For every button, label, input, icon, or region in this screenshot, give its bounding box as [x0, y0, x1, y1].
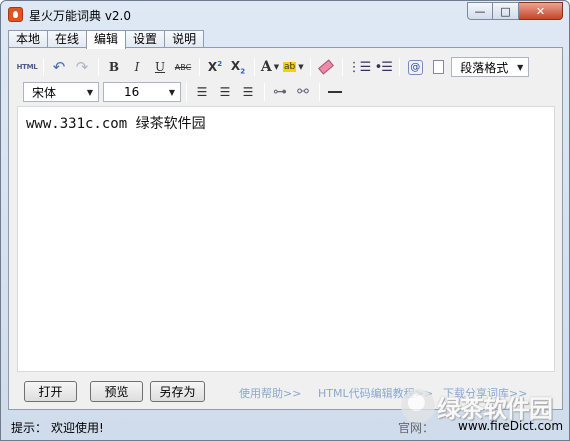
- ordered-list-icon: ⋮☰: [347, 59, 372, 75]
- subscript-button[interactable]: X2: [228, 57, 248, 77]
- unordered-list-button[interactable]: •☰: [373, 57, 393, 77]
- toolbar-separator: [186, 83, 187, 101]
- font-size-select[interactable]: 16 ▼: [103, 82, 181, 102]
- toolbar-separator: [399, 58, 401, 76]
- align-center-icon: ☰: [219, 85, 231, 99]
- align-left-button[interactable]: ☰: [192, 82, 212, 102]
- clear-format-button[interactable]: [316, 57, 336, 77]
- special-char-icon: @: [407, 59, 423, 75]
- minimize-icon: —: [474, 4, 486, 18]
- horizontal-rule-button[interactable]: [325, 82, 345, 102]
- underline-button[interactable]: U: [150, 57, 170, 77]
- chevron-down-icon: ▼: [298, 63, 304, 71]
- edit-panel: HTML ↶ ↷ B I U ABC X2 X2 A ▼ ab ▼ ⋮☰ •☰ …: [8, 47, 563, 410]
- rich-text-editor[interactable]: www.331c.com 绿茶软件园: [17, 106, 555, 372]
- toolbar-separator: [341, 58, 343, 76]
- app-flame-icon: [8, 7, 23, 22]
- toolbar-separator: [199, 58, 200, 76]
- font-family-value: 宋体: [32, 85, 57, 100]
- watermark: 绿茶软件园: [401, 386, 569, 426]
- open-button[interactable]: 打开: [24, 381, 77, 402]
- watermark-logo-icon: [401, 389, 435, 423]
- toolbar-separator: [254, 58, 255, 76]
- italic-button[interactable]: I: [127, 57, 147, 77]
- maximize-button[interactable]: □: [493, 2, 519, 20]
- highlight-icon: ab: [283, 62, 297, 72]
- special-char-button[interactable]: @: [405, 57, 425, 77]
- align-center-button[interactable]: ☰: [215, 82, 235, 102]
- status-label: 提示：: [11, 421, 48, 435]
- window-title: 星火万能词典 v2.0: [29, 9, 132, 23]
- font-color-icon: A: [260, 59, 272, 75]
- editor-content: www.331c.com 绿茶软件园: [26, 116, 206, 132]
- toolbar-row-1: HTML ↶ ↷ B I U ABC X2 X2 A ▼ ab ▼ ⋮☰ •☰ …: [17, 56, 530, 78]
- paragraph-format-value: 段落格式: [460, 60, 509, 75]
- minimize-button[interactable]: —: [467, 2, 493, 20]
- title-bar[interactable]: 星火万能词典 v2.0 — □ ✕: [1, 1, 569, 29]
- tab-online[interactable]: 在线: [47, 30, 88, 48]
- help-link[interactable]: 使用帮助>>: [239, 385, 301, 401]
- unordered-list-icon: •☰: [374, 59, 393, 75]
- strikethrough-button[interactable]: ABC: [173, 57, 193, 77]
- font-family-select[interactable]: 宋体 ▼: [23, 82, 99, 102]
- tab-about[interactable]: 说明: [164, 30, 205, 48]
- font-size-value: 16: [124, 85, 140, 99]
- new-page-button[interactable]: [428, 57, 448, 77]
- redo-icon: ↷: [75, 58, 89, 76]
- save-as-button[interactable]: 另存为: [150, 381, 205, 402]
- unlink-icon: ⚯: [297, 84, 309, 100]
- remove-link-button[interactable]: ⚯: [293, 82, 313, 102]
- align-left-icon: ☰: [196, 85, 208, 99]
- undo-button[interactable]: ↶: [49, 57, 69, 77]
- watermark-text: 绿茶软件园: [437, 394, 553, 423]
- toolbar-row-2: 宋体 ▼ 16 ▼ ☰ ☰ ☰ ⊶ ⚯: [17, 81, 348, 103]
- font-color-button[interactable]: A ▼: [260, 57, 280, 77]
- page-icon: [432, 60, 444, 74]
- app-window: 星火万能词典 v2.0 — □ ✕ 本地 在线 编辑 设置 说明 HTML ↶ …: [0, 0, 570, 441]
- align-right-button[interactable]: ☰: [238, 82, 258, 102]
- toolbar-separator: [264, 83, 265, 101]
- paragraph-format-select[interactable]: 段落格式 ▼: [451, 57, 530, 77]
- tab-settings[interactable]: 设置: [125, 30, 166, 48]
- close-button[interactable]: ✕: [519, 2, 563, 20]
- close-icon: ✕: [535, 4, 546, 18]
- link-icon: ⊶: [273, 84, 287, 100]
- tab-edit[interactable]: 编辑: [86, 30, 127, 49]
- align-right-icon: ☰: [242, 85, 254, 99]
- toolbar-separator: [98, 58, 99, 76]
- status-message: 欢迎使用!: [51, 421, 104, 435]
- toolbar-separator: [319, 83, 320, 101]
- preview-button[interactable]: 预览: [90, 381, 143, 402]
- chevron-down-icon: ▼: [86, 87, 93, 97]
- maximize-icon: □: [500, 4, 511, 18]
- eraser-icon: [317, 59, 334, 75]
- toolbar-separator: [43, 58, 44, 76]
- chevron-down-icon: ▼: [517, 62, 524, 72]
- ordered-list-button[interactable]: ⋮☰: [347, 57, 372, 77]
- toolbar-separator: [309, 58, 311, 76]
- horizontal-rule-icon: [328, 91, 342, 93]
- undo-icon: ↶: [52, 58, 66, 76]
- window-controls: — □ ✕: [467, 2, 563, 20]
- redo-button[interactable]: ↷: [72, 57, 92, 77]
- chevron-down-icon: ▼: [168, 87, 175, 97]
- html-source-button[interactable]: HTML: [17, 57, 38, 77]
- tab-local[interactable]: 本地: [8, 30, 49, 48]
- subscript-icon: X2: [230, 58, 246, 76]
- tab-bar: 本地 在线 编辑 设置 说明: [8, 30, 205, 49]
- insert-link-button[interactable]: ⊶: [270, 82, 290, 102]
- bold-button[interactable]: B: [104, 57, 124, 77]
- superscript-button[interactable]: X2: [205, 57, 225, 77]
- chevron-down-icon: ▼: [273, 63, 280, 71]
- superscript-icon: X2: [207, 60, 223, 74]
- highlight-color-button[interactable]: ab ▼: [283, 57, 304, 77]
